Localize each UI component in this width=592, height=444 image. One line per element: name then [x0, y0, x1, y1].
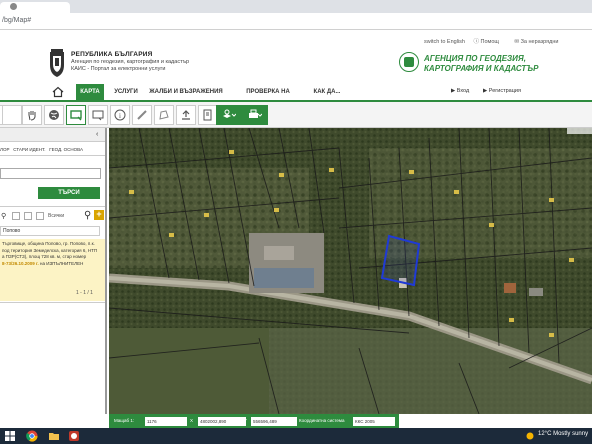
scale-label: Мащаб 1: — [114, 418, 135, 423]
select-rectangle-icon — [70, 110, 82, 121]
upload-icon — [182, 110, 190, 120]
coat-of-arms-icon — [50, 49, 64, 77]
panel-header: ‹ — [0, 128, 105, 142]
browser-tab-icon — [10, 3, 17, 10]
crs-label: Координатна система — [299, 418, 345, 423]
layers-menu[interactable] — [216, 105, 242, 125]
nav-how-to[interactable]: КАК ДА... — [310, 84, 344, 100]
agency-name: АГЕНЦИЯ ПО ГЕОДЕЗИЯ, КАРТОГРАФИЯ И КАДАС… — [424, 54, 538, 74]
agency-line: Агенция по геодезия, картография и кадас… — [71, 59, 190, 65]
collapse-chevron-icon[interactable]: ‹ — [96, 131, 98, 138]
zoom-in-tool[interactable] — [2, 105, 22, 125]
register-link[interactable]: ▶ Регистрация — [483, 88, 521, 94]
tabs-divider — [0, 155, 105, 156]
y-label: Y — [244, 418, 248, 423]
switch-language-link[interactable]: switch to English — [424, 39, 465, 45]
search-tabs: ЛОР СТАРИ ИДЕНТ. ГЕОД. ОСНОВА — [0, 147, 83, 152]
weather-sun-icon — [526, 432, 534, 440]
crs-select[interactable]: ККС 2005 — [353, 417, 395, 426]
search-button[interactable]: ТЪРСИ — [38, 187, 100, 199]
nav-services[interactable]: УСЛУГИ — [110, 84, 142, 100]
y-coordinate-field: 556596,489 — [251, 417, 297, 426]
file-explorer-icon[interactable] — [48, 430, 60, 442]
measure-area-tool[interactable] — [154, 105, 174, 125]
result-date-tail: на ИЗПЪЛНИТЕЛЕН — [39, 260, 84, 266]
top-links: switch to English ⓘ Помощ ✉ За неразрядн… — [424, 37, 572, 45]
map-canvas[interactable] — [109, 128, 592, 414]
svg-text:i: i — [119, 112, 121, 120]
contacts-link[interactable]: ✉ За неразрядни — [514, 39, 565, 45]
windows-start-icon[interactable] — [4, 430, 16, 442]
url-text: /bg/Map# — [2, 17, 32, 24]
print-menu[interactable] — [242, 105, 268, 125]
polygon-icon — [159, 110, 169, 120]
globe-icon — [49, 110, 59, 120]
nav-status-check[interactable]: ПРОВЕРКА НА СТАТУС — [234, 84, 302, 111]
agency-name-line1: АГЕНЦИЯ ПО ГЕОДЕЗИЯ, — [424, 54, 526, 63]
map-corner-label — [567, 128, 592, 134]
nav-complaints[interactable]: ЖАЛБИ И ВЪЗРАЖЕНИЯ — [148, 84, 224, 100]
tab-old-ids[interactable]: СТАРИ ИДЕНТ. — [13, 147, 45, 152]
filter-checkbox[interactable] — [36, 212, 44, 220]
portal-line: КАИС - Портал за електронни услуги — [71, 66, 166, 72]
login-link[interactable]: ▶ Вход — [451, 88, 469, 94]
coordinate-statusbar: Мащаб 1: 1176 X 4802002,890 Y 556596,489… — [109, 414, 399, 428]
info-icon: i — [114, 109, 126, 121]
tab-geodetic-base[interactable]: ГЕОД. ОСНОВА — [49, 147, 83, 152]
map-toolbar: i — [0, 102, 592, 128]
select-area-tool[interactable] — [66, 105, 86, 125]
select-all-checkbox[interactable] — [12, 212, 20, 220]
windows-taskbar: 12°C Mostly sunny — [0, 428, 592, 444]
satellite-imagery — [109, 128, 592, 414]
place-field[interactable]: Попово — [0, 226, 100, 236]
tab-lor[interactable]: ЛОР — [0, 147, 9, 152]
agency-name-line2: КАРТОГРАФИЯ И КАДАСТЪР — [424, 64, 539, 73]
print-icon — [249, 109, 262, 118]
zoom-to-icon[interactable]: ⚲ — [1, 212, 6, 220]
all-label: Всички — [48, 213, 65, 219]
home-icon[interactable] — [52, 86, 64, 98]
search-icon[interactable]: ⚲ — [84, 210, 91, 221]
address-bar[interactable]: /bg/Map# — [0, 13, 592, 30]
x-coordinate-field: 4802002,890 — [198, 417, 246, 426]
result-date: 8-73/26.10.2009 г. — [2, 260, 39, 266]
layers-icon — [223, 109, 236, 118]
ruler-icon — [137, 110, 147, 120]
search-input[interactable] — [0, 168, 101, 179]
x-label: X — [190, 418, 194, 423]
chrome-icon[interactable] — [26, 430, 38, 442]
globe-tool[interactable] — [44, 105, 64, 125]
republic-title: РЕПУБЛИКА БЪЛГАРИЯ — [71, 51, 153, 58]
selected-parcel[interactable] — [380, 234, 421, 287]
agency-logo-icon — [399, 52, 419, 72]
upload-tool[interactable] — [176, 105, 196, 125]
browser-tabstrip — [0, 0, 592, 13]
popup-tool[interactable] — [88, 105, 108, 125]
result-toolbar: ⚲ Всички ⚲ + — [0, 210, 105, 223]
weather-text: 12°C Mostly sunny — [538, 431, 589, 437]
app-icon[interactable] — [68, 430, 80, 442]
hand-icon — [28, 111, 36, 121]
export-checkbox[interactable] — [24, 212, 32, 220]
pager-divider — [0, 302, 105, 303]
edit-tool[interactable] — [198, 105, 218, 125]
result-line1: Търговище, община Попово, гр. Попово, п.… — [2, 241, 95, 246]
results-pager: 1 - 1 / 1 — [76, 290, 93, 296]
scale-field[interactable]: 1176 — [145, 417, 187, 426]
main-nav: КАРТА УСЛУГИ ЖАЛБИ И ВЪЗРАЖЕНИЯ ПРОВЕРКА… — [40, 84, 592, 111]
nav-map[interactable]: КАРТА — [76, 84, 104, 100]
measure-distance-tool[interactable] — [132, 105, 152, 125]
pan-tool[interactable] — [22, 105, 42, 125]
help-link[interactable]: ⓘ Помощ — [474, 39, 506, 45]
result-order-line: 8-73/26.10.2009 г. на ИЗПЪЛНИТЕЛЕН — [2, 261, 103, 268]
document-edit-icon — [203, 109, 212, 121]
info-tool[interactable]: i — [110, 105, 130, 125]
add-icon[interactable]: + — [94, 210, 104, 220]
window-icon — [92, 110, 104, 121]
results-divider — [0, 206, 105, 207]
